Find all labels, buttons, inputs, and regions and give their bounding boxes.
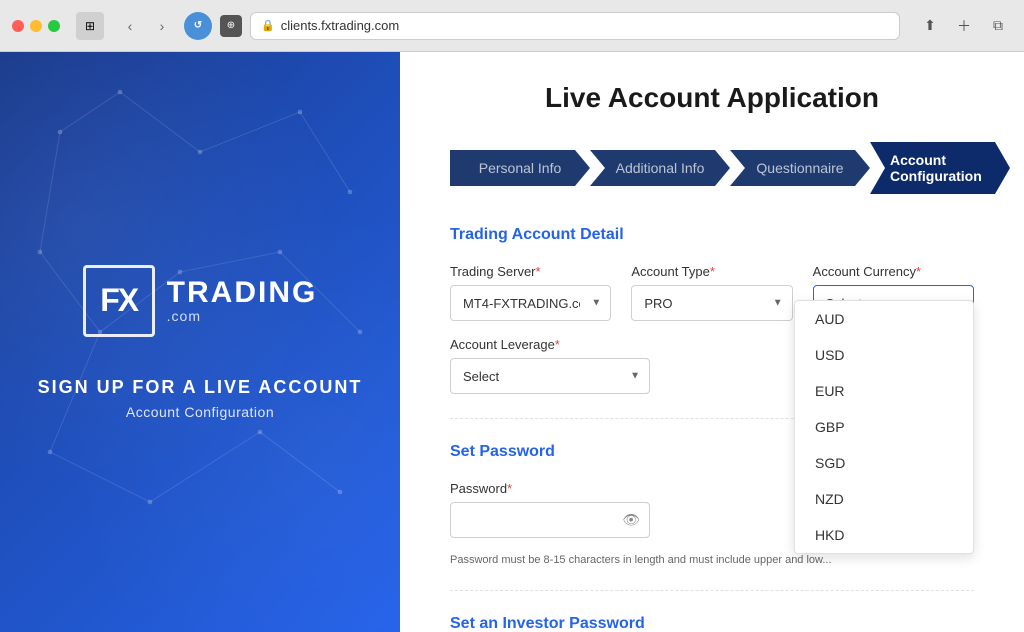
account-currency-label: Account Currency* — [813, 264, 974, 279]
browser-nav: ‹ › — [116, 12, 176, 40]
account-leverage-group: Account Leverage* Select ▼ — [450, 337, 650, 394]
step-personal-info[interactable]: Personal Info — [450, 150, 590, 186]
leverage-required: * — [555, 337, 560, 352]
window-switcher-icon[interactable]: ⊞ — [76, 12, 104, 40]
account-type-select[interactable]: PRO — [631, 285, 792, 321]
password-hint: Password must be 8-15 characters in leng… — [450, 554, 974, 566]
main-content: FX TRADING .com SIGN UP FOR A LIVE ACCOU… — [0, 52, 1024, 632]
step-questionnaire[interactable]: Questionnaire — [730, 150, 870, 186]
currency-option-gbp[interactable]: GBP — [795, 409, 973, 445]
account-type-label: Account Type* — [631, 264, 792, 279]
currency-option-sgd[interactable]: SGD — [795, 445, 973, 481]
step-additional-info-label: Additional Info — [616, 160, 705, 176]
back-button[interactable]: ‹ — [116, 12, 144, 40]
step-account-configuration-label: Account Configuration — [890, 152, 990, 184]
step-personal-info-label: Personal Info — [479, 160, 562, 176]
form-row-server-type-currency: Trading Server* MT4-FXTRADING.com- ▼ Acc… — [450, 264, 974, 321]
logo-fx-text: FX — [100, 282, 137, 319]
stepper: Personal Info Additional Info Questionna… — [450, 142, 974, 194]
logo-com-text: .com — [167, 308, 318, 324]
maximize-button[interactable] — [48, 20, 60, 32]
url-text: clients.fxtrading.com — [281, 18, 400, 33]
lock-icon: 🔒 — [261, 19, 275, 32]
currency-dropdown: AUD USD EUR GBP SGD NZD HKD — [794, 300, 974, 554]
traffic-lights — [12, 20, 60, 32]
logo-text-group: TRADING .com — [167, 278, 318, 324]
trading-server-group: Trading Server* MT4-FXTRADING.com- ▼ — [450, 264, 611, 321]
sidebar-logo: FX TRADING .com — [83, 265, 318, 337]
currency-option-usd[interactable]: USD — [795, 337, 973, 373]
tagline-main: SIGN UP FOR A LIVE ACCOUNT — [38, 377, 363, 398]
currency-option-aud[interactable]: AUD — [795, 301, 973, 337]
divider-2 — [450, 590, 974, 591]
password-group: Password* 👁 — [450, 481, 650, 538]
account-type-required: * — [710, 264, 715, 279]
page-title: Live Account Application — [450, 82, 974, 114]
account-type-group: Account Type* PRO ▼ — [631, 264, 792, 321]
shield-icon[interactable]: ⊕ — [220, 15, 242, 37]
close-button[interactable] — [12, 20, 24, 32]
step-questionnaire-label: Questionnaire — [756, 160, 843, 176]
logo-box: FX — [83, 265, 155, 337]
password-wrapper: 👁 — [450, 502, 650, 538]
forward-button[interactable]: › — [148, 12, 176, 40]
new-tab-button[interactable]: ＋ — [950, 12, 978, 40]
account-leverage-label: Account Leverage* — [450, 337, 650, 352]
password-label: Password* — [450, 481, 650, 496]
sidebar: FX TRADING .com SIGN UP FOR A LIVE ACCOU… — [0, 52, 400, 632]
sidebar-background — [0, 52, 400, 632]
translate-button[interactable]: ↺ — [184, 12, 212, 40]
browser-actions: ⬆ ＋ ⧉ — [916, 12, 1012, 40]
tagline-sub: Account Configuration — [38, 404, 363, 420]
trading-server-select[interactable]: MT4-FXTRADING.com- — [450, 285, 611, 321]
browser-chrome: ⊞ ‹ › ↺ ⊕ 🔒 clients.fxtrading.com ⬆ ＋ ⧉ — [0, 0, 1024, 52]
currency-option-eur[interactable]: EUR — [795, 373, 973, 409]
share-button[interactable]: ⬆ — [916, 12, 944, 40]
section3-title: Set an Investor Password — [450, 615, 974, 632]
currency-option-hkd[interactable]: HKD — [795, 517, 973, 553]
address-bar[interactable]: 🔒 clients.fxtrading.com — [250, 12, 900, 40]
account-leverage-select[interactable]: Select — [450, 358, 650, 394]
sidebar-tagline: SIGN UP FOR A LIVE ACCOUNT Account Confi… — [38, 377, 363, 420]
leverage-select-wrapper: Select ▼ — [450, 358, 650, 394]
currency-option-nzd[interactable]: NZD — [795, 481, 973, 517]
tabs-button[interactable]: ⧉ — [984, 12, 1012, 40]
password-required: * — [507, 481, 512, 496]
step-additional-info[interactable]: Additional Info — [590, 150, 730, 186]
account-currency-group: Account Currency* Select ▲ AUD USD EUR G… — [813, 264, 974, 321]
investor-password-section: Set an Investor Password Investor Passwo… — [450, 615, 974, 632]
account-currency-required: * — [916, 264, 921, 279]
minimize-button[interactable] — [30, 20, 42, 32]
section1-title: Trading Account Detail — [450, 226, 974, 244]
trading-account-section: Trading Account Detail Trading Server* M… — [450, 226, 974, 394]
step-account-configuration[interactable]: Account Configuration — [870, 142, 1010, 194]
password-input[interactable] — [450, 502, 650, 538]
account-type-select-wrapper: PRO ▼ — [631, 285, 792, 321]
eye-icon[interactable]: 👁 — [622, 512, 640, 529]
form-area: Live Account Application Personal Info A… — [400, 52, 1024, 632]
logo-trading-text: TRADING — [167, 278, 318, 308]
trading-server-label: Trading Server* — [450, 264, 611, 279]
trading-server-select-wrapper: MT4-FXTRADING.com- ▼ — [450, 285, 611, 321]
trading-server-required: * — [536, 264, 541, 279]
